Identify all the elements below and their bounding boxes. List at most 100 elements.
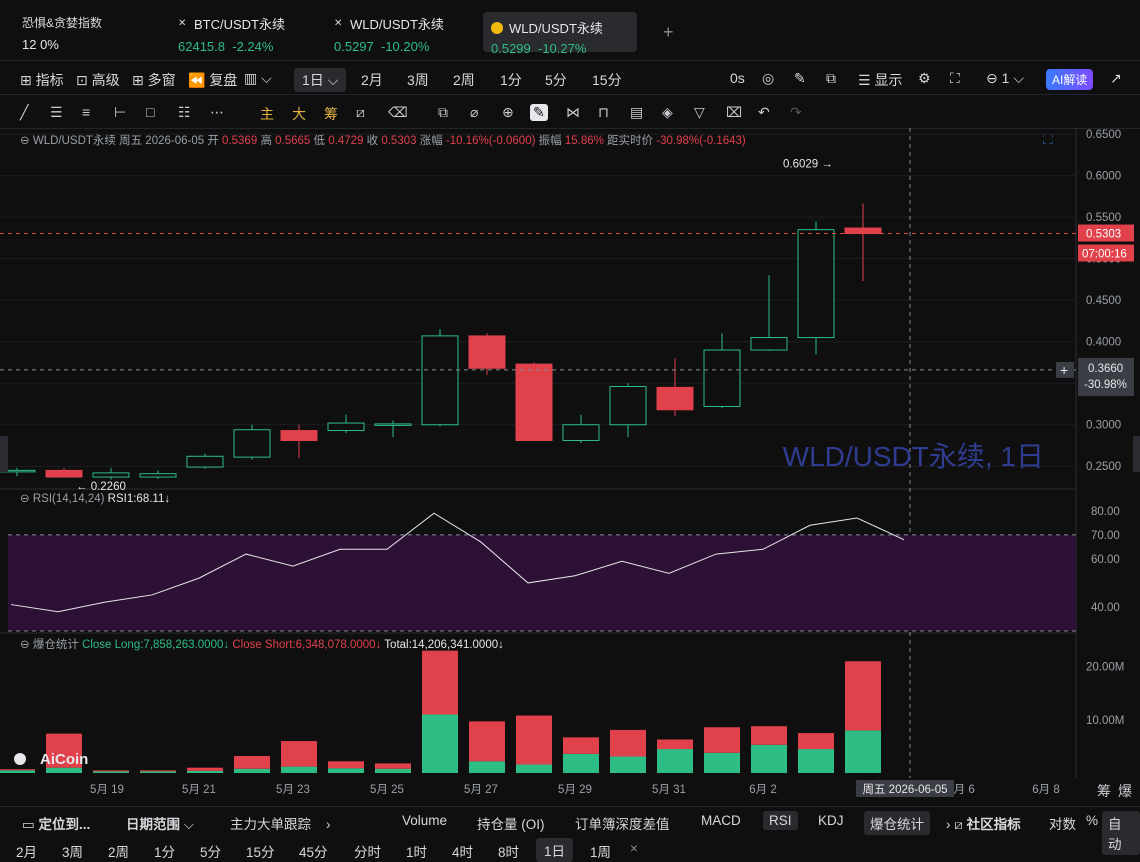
close-short-bar[interactable]: [798, 733, 834, 750]
candle-body[interactable]: [515, 363, 553, 442]
candle-body[interactable]: [562, 424, 600, 442]
period-15m[interactable]: 15分: [246, 841, 275, 861]
countdown-toggle[interactable]: 0s: [730, 70, 745, 86]
close-short-bar[interactable]: [422, 650, 458, 715]
close-long-bar[interactable]: [563, 753, 599, 773]
close-short-bar[interactable]: [610, 729, 646, 757]
magnet-icon[interactable]: ⋈: [566, 104, 580, 121]
candle-body[interactable]: [703, 349, 741, 407]
close-long-bar[interactable]: [516, 764, 552, 773]
horizontal-ray-icon[interactable]: ⊢: [114, 104, 126, 121]
candle-body[interactable]: [468, 335, 506, 369]
candle-body[interactable]: [374, 423, 412, 426]
candle-body[interactable]: [844, 227, 882, 235]
pencil-icon[interactable]: ✎: [794, 70, 806, 87]
timeframe-2w[interactable]: 2周: [453, 70, 475, 90]
close-long-bar[interactable]: [469, 761, 505, 773]
camera-icon[interactable]: ◎: [762, 70, 774, 87]
burst-corner-label[interactable]: 爆: [1118, 783, 1132, 799]
close-short-bar[interactable]: [234, 755, 270, 769]
timeframe-15m[interactable]: 15分: [592, 70, 622, 90]
candle-body[interactable]: [750, 337, 788, 351]
indicator-oi[interactable]: 持仓量 (OI): [477, 813, 545, 833]
close-long-bar[interactable]: [328, 768, 364, 773]
visibility-icon[interactable]: ◈: [662, 104, 673, 121]
close-short-bar[interactable]: [657, 739, 693, 750]
close-long-bar[interactable]: [845, 730, 881, 773]
close-short-bar[interactable]: [0, 769, 35, 771]
indicator-rsi[interactable]: RSI: [763, 811, 798, 830]
close-long-bar[interactable]: [422, 714, 458, 773]
add-tab-button[interactable]: +: [663, 22, 674, 43]
close-long-bar[interactable]: [93, 771, 129, 773]
candle-body[interactable]: [609, 386, 647, 426]
indicator-liquidation[interactable]: 爆仓统计: [864, 811, 930, 835]
period-4h[interactable]: 4时: [452, 841, 473, 861]
timeframe-1m[interactable]: 1分: [500, 70, 522, 90]
close-short-bar[interactable]: [375, 763, 411, 769]
close-short-bar[interactable]: [140, 770, 176, 772]
eraser-icon[interactable]: ⌫: [388, 104, 408, 121]
zoom-icon[interactable]: ⊕: [502, 104, 514, 121]
candle-body[interactable]: [797, 229, 835, 339]
close-long-bar[interactable]: [798, 749, 834, 773]
candle-body[interactable]: [421, 335, 459, 426]
candle-body[interactable]: [92, 472, 130, 478]
template-icon[interactable]: ▤: [630, 104, 643, 121]
ai-interpret-button[interactable]: AI解读: [1046, 69, 1094, 90]
timeframe-1d[interactable]: 1日 ⌵: [294, 68, 347, 92]
period-5m[interactable]: 5分: [200, 841, 221, 861]
filter-icon[interactable]: ▽: [694, 104, 705, 121]
close-icon[interactable]: ✕: [334, 18, 344, 29]
ticker-tab-wld[interactable]: ✕ WLD/USDT永续 0.5297 -10.20%: [334, 14, 444, 54]
period-45m[interactable]: 45分: [299, 841, 328, 861]
chip-toggle[interactable]: 筹: [324, 104, 338, 124]
trendline-icon[interactable]: ╱: [20, 104, 28, 121]
close-long-bar[interactable]: [0, 770, 35, 773]
expand-icon[interactable]: ⛶: [1043, 131, 1053, 147]
multi-window-button[interactable]: ⊞ 多窗: [132, 70, 176, 90]
period-1h[interactable]: 1时: [406, 841, 427, 861]
timeframe-2mo[interactable]: 2月: [361, 70, 383, 90]
close-short-bar[interactable]: [845, 661, 881, 731]
timeframe-5m[interactable]: 5分: [545, 70, 567, 90]
formula-icon[interactable]: ⧄: [356, 104, 365, 121]
chart-area[interactable]: ⊖ WLD/USDT永续 周五 2026-06-05 开 0.5369 高 0.…: [0, 128, 1140, 808]
close-long-bar[interactable]: [704, 752, 740, 773]
candle-body[interactable]: [280, 430, 318, 442]
period-2mo[interactable]: 2月: [16, 841, 37, 861]
candle-body[interactable]: [656, 386, 694, 411]
period-1w[interactable]: 1周: [590, 841, 611, 861]
indicator-orderbook[interactable]: 订单簿深度差值: [575, 813, 670, 833]
chart-type-button[interactable]: ▥ ⌵: [244, 70, 272, 87]
indicator-volume[interactable]: Volume: [402, 813, 447, 828]
close-short-bar[interactable]: [187, 767, 223, 771]
fullscreen-icon[interactable]: ⛶: [950, 70, 960, 87]
main-force-tracking[interactable]: 主力大单跟踪 ›: [230, 813, 331, 833]
locate-button[interactable]: ▭ 定位到...: [22, 813, 90, 833]
close-long-bar[interactable]: [375, 768, 411, 773]
close-short-bar[interactable]: [704, 727, 740, 753]
undo-icon[interactable]: ↶: [758, 104, 770, 121]
period-1m[interactable]: 1分: [154, 841, 175, 861]
horizontal-lines-icon[interactable]: ≡: [82, 104, 90, 120]
period-8h[interactable]: 8时: [498, 841, 519, 861]
close-short-bar[interactable]: [469, 721, 505, 762]
candle-body[interactable]: [233, 429, 271, 458]
more-icon[interactable]: ⋯: [210, 104, 224, 121]
close-short-bar[interactable]: [328, 761, 364, 769]
period-2w[interactable]: 2周: [108, 841, 129, 861]
advanced-button[interactable]: ⊡ 高级: [76, 70, 120, 90]
indicators-button[interactable]: ⊞ 指标: [20, 70, 64, 90]
indicator-macd[interactable]: MACD: [701, 813, 741, 828]
close-long-bar[interactable]: [46, 767, 82, 773]
date-range-button[interactable]: 日期范围 ⌵: [126, 813, 194, 833]
close-long-bar[interactable]: [140, 771, 176, 773]
brush-icon[interactable]: ✎: [530, 104, 548, 121]
close-short-bar[interactable]: [516, 715, 552, 765]
close-long-bar[interactable]: [234, 768, 270, 773]
big-order-toggle[interactable]: 大: [292, 104, 306, 124]
close-short-bar[interactable]: [563, 737, 599, 754]
timeframe-3w[interactable]: 3周: [407, 70, 429, 90]
close-long-bar[interactable]: [751, 744, 787, 773]
